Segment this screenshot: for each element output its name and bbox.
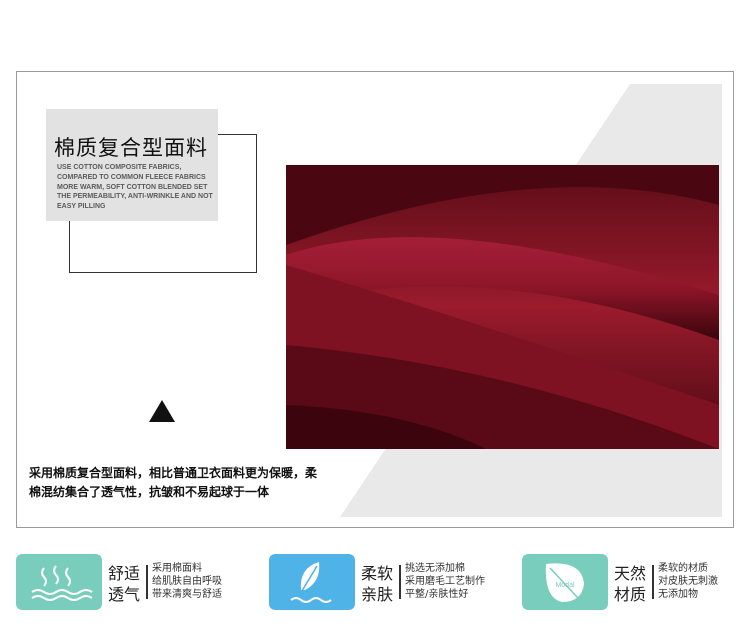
feature-text: 柔软的材质 对皮肤无刺激 无添加物 bbox=[658, 562, 718, 601]
feature-title-line-2: 透气 bbox=[108, 585, 141, 604]
description-line-2: 棉混纺集合了透气性，抗皱和不易起球于一体 bbox=[29, 485, 270, 499]
feature-title: 舒适 透气 bbox=[108, 563, 148, 605]
leaf-modal-icon: Modal bbox=[522, 554, 608, 610]
steam-waves-icon bbox=[16, 554, 102, 610]
feature-text-line-3: 平整/亲肤性好 bbox=[405, 589, 469, 600]
description-line-1: 采用棉质复合型面料，相比普通卫衣面料更为保暖，柔 bbox=[29, 466, 318, 480]
triangle-marker bbox=[149, 400, 175, 422]
feature-text-line-2: 采用磨毛工艺制作 bbox=[405, 576, 485, 587]
feature-text-line-1: 采用棉面料 bbox=[152, 563, 202, 574]
feature-text-line-2: 给肌肤自由呼吸 bbox=[152, 576, 222, 587]
title-subtitle: USE COTTON COMPOSITE FABRICS, COMPARED T… bbox=[57, 164, 213, 211]
feature-title-line-2: 材质 bbox=[614, 585, 647, 604]
fabric-photo bbox=[286, 165, 719, 449]
feature-text-line-1: 柔软的材质 bbox=[658, 563, 708, 574]
feature-divider bbox=[652, 565, 654, 599]
feature-divider bbox=[399, 565, 401, 599]
feature-text: 采用棉面料 给肌肤自由呼吸 带来清爽与舒适 bbox=[152, 562, 222, 601]
feature-text-line-1: 挑选无添加棉 bbox=[405, 563, 465, 574]
feature-divider bbox=[146, 565, 148, 599]
feature-title: 天然 材质 bbox=[614, 563, 654, 605]
page-title: 棉质复合型面料 bbox=[54, 136, 208, 160]
feature-title-line-2: 亲肤 bbox=[361, 585, 394, 604]
feature-title-line-1: 天然 bbox=[614, 564, 647, 583]
feature-title: 柔软 亲肤 bbox=[361, 563, 401, 605]
feature-text-line-2: 对皮肤无刺激 bbox=[658, 576, 718, 587]
feature-text-line-3: 带来清爽与舒适 bbox=[152, 589, 222, 600]
leaf-modal-label: Modal bbox=[555, 582, 575, 589]
feature-text-line-3: 无添加物 bbox=[658, 589, 698, 600]
feature-title-line-1: 舒适 bbox=[108, 564, 141, 583]
feather-icon bbox=[269, 554, 355, 610]
feature-text: 挑选无添加棉 采用磨毛工艺制作 平整/亲肤性好 bbox=[405, 562, 485, 601]
feature-title-line-1: 柔软 bbox=[361, 564, 394, 583]
description: 采用棉质复合型面料，相比普通卫衣面料更为保暖，柔 棉混纺集合了透气性，抗皱和不易… bbox=[29, 464, 359, 502]
